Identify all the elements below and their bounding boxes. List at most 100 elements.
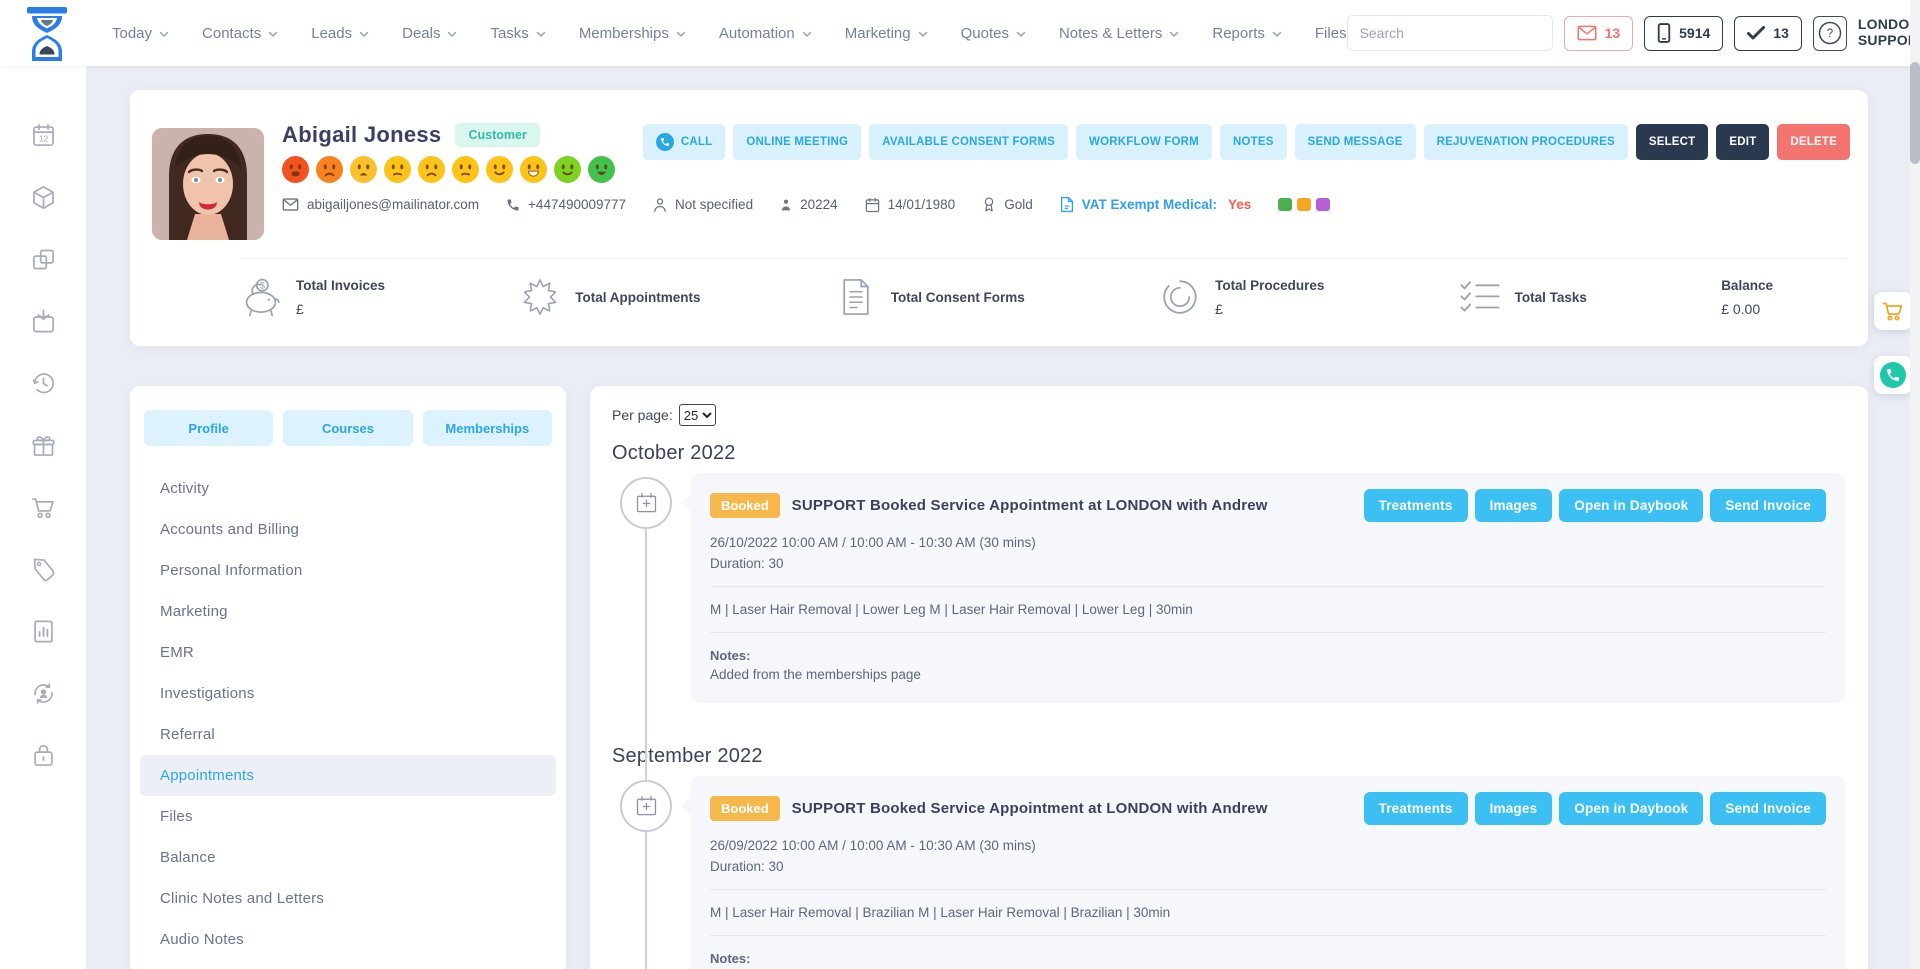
send-invoice-button[interactable]: Send Invoice bbox=[1710, 792, 1826, 825]
treatments-button[interactable]: Treatments bbox=[1364, 489, 1468, 522]
calendar-import-icon[interactable] bbox=[30, 308, 57, 335]
rejuvenation-procedures-button[interactable]: REJUVENATION PROCEDURES bbox=[1424, 124, 1628, 160]
nav-item-marketing[interactable]: Marketing bbox=[845, 25, 928, 42]
sidebar-item-marketing[interactable]: Marketing bbox=[130, 591, 566, 632]
nav-item-memberships[interactable]: Memberships bbox=[579, 25, 686, 42]
workflow-form-button[interactable]: WORKFLOW FORM bbox=[1076, 124, 1212, 160]
calendar-icon bbox=[865, 197, 880, 213]
tab-memberships[interactable]: Memberships bbox=[423, 410, 552, 446]
send-message-button[interactable]: SEND MESSAGE bbox=[1295, 124, 1416, 160]
mood-emoji-6-icon[interactable] bbox=[452, 156, 479, 183]
help-icon[interactable]: ? bbox=[1813, 16, 1847, 51]
nav-item-deals[interactable]: Deals bbox=[402, 25, 457, 42]
client-photo[interactable] bbox=[152, 128, 264, 240]
chevron-down-icon bbox=[268, 31, 278, 38]
open-in-daybook-button[interactable]: Open in Daybook bbox=[1559, 489, 1703, 522]
nav-item-notes-letters[interactable]: Notes & Letters bbox=[1059, 25, 1179, 42]
tab-courses[interactable]: Courses bbox=[283, 410, 412, 446]
nav-item-today[interactable]: Today bbox=[112, 25, 169, 42]
open-in-daybook-button[interactable]: Open in Daybook bbox=[1559, 792, 1703, 825]
delete-button[interactable]: DELETE bbox=[1777, 124, 1850, 160]
user-sync-icon[interactable] bbox=[30, 680, 57, 707]
panel-tabs: Profile Courses Memberships bbox=[144, 410, 552, 446]
appointment-row: BookedSUPPORT Booked Service Appointment… bbox=[612, 776, 1846, 969]
sidebar-item-referral[interactable]: Referral bbox=[130, 714, 566, 755]
chevron-down-icon bbox=[918, 31, 928, 38]
contact-14-01-1980: 14/01/1980 bbox=[865, 197, 956, 213]
search-input[interactable] bbox=[1348, 16, 1553, 50]
stat-total-consent-forms: Total Consent Forms bbox=[835, 276, 1025, 318]
calendar-12-icon[interactable]: 12 bbox=[30, 122, 57, 149]
nav-item-leads[interactable]: Leads bbox=[311, 25, 369, 42]
sidebar-item-emr[interactable]: EMR bbox=[130, 632, 566, 673]
tab-profile[interactable]: Profile bbox=[144, 410, 273, 446]
stat-value: £ 0.00 bbox=[1721, 301, 1773, 317]
page-scrollbar[interactable] bbox=[1910, 0, 1920, 969]
mood-emoji-3-icon[interactable] bbox=[350, 156, 377, 183]
nav-item-automation[interactable]: Automation bbox=[719, 25, 812, 42]
chevron-down-icon bbox=[359, 31, 369, 38]
notes-button[interactable]: NOTES bbox=[1220, 124, 1287, 160]
client-type-badge: Customer bbox=[455, 123, 539, 147]
sidebar-item-drinks[interactable]: Drinks bbox=[130, 960, 566, 969]
gift-icon[interactable] bbox=[30, 432, 57, 459]
images-button[interactable]: Images bbox=[1475, 792, 1553, 825]
tasks-badge[interactable]: 13 bbox=[1734, 16, 1802, 51]
select-button[interactable]: SELECT bbox=[1636, 124, 1709, 160]
mood-emoji-2-icon[interactable] bbox=[316, 156, 343, 183]
report-icon[interactable] bbox=[30, 618, 57, 645]
sidebar-item-personal-information[interactable]: Personal Information bbox=[130, 550, 566, 591]
sidebar-item-files[interactable]: Files bbox=[130, 796, 566, 837]
mood-emoji-8-icon[interactable] bbox=[520, 156, 547, 183]
label-swatch-2[interactable] bbox=[1297, 198, 1311, 211]
lock-icon[interactable] bbox=[30, 742, 57, 769]
label-swatch-3[interactable] bbox=[1316, 198, 1330, 211]
sidebar-item-accounts-and-billing[interactable]: Accounts and Billing bbox=[130, 509, 566, 550]
history-icon[interactable] bbox=[30, 370, 57, 397]
nav-item-files[interactable]: Files bbox=[1315, 25, 1347, 42]
chevron-down-icon bbox=[447, 31, 457, 38]
sidebar-item-clinic-notes-and-letters[interactable]: Clinic Notes and Letters bbox=[130, 878, 566, 919]
phone-badge[interactable]: 5914 bbox=[1644, 16, 1723, 51]
images-button[interactable]: Images bbox=[1475, 489, 1553, 522]
mood-emoji-4-icon[interactable] bbox=[384, 156, 411, 183]
mood-emoji-5-icon[interactable] bbox=[418, 156, 445, 183]
scrollbar-thumb[interactable] bbox=[1910, 62, 1920, 164]
nav-item-contacts[interactable]: Contacts bbox=[202, 25, 278, 42]
sidebar-item-investigations[interactable]: Investigations bbox=[130, 673, 566, 714]
month-heading: October 2022 bbox=[612, 442, 1846, 465]
nav-item-tasks[interactable]: Tasks bbox=[490, 25, 545, 42]
send-invoice-button[interactable]: Send Invoice bbox=[1710, 489, 1826, 522]
available-consent-forms-button[interactable]: AVAILABLE CONSENT FORMS bbox=[869, 124, 1068, 160]
mood-emoji-9-icon[interactable] bbox=[554, 156, 581, 183]
sidebar-item-balance[interactable]: Balance bbox=[130, 837, 566, 878]
mood-emoji-7-icon[interactable] bbox=[486, 156, 513, 183]
nav-item-quotes[interactable]: Quotes bbox=[961, 25, 1026, 42]
label-swatch-1[interactable] bbox=[1278, 198, 1292, 211]
price-tag-icon[interactable] bbox=[30, 556, 57, 583]
phone-icon bbox=[1878, 360, 1908, 390]
floating-call-button[interactable] bbox=[1874, 356, 1912, 394]
mail-badge[interactable]: 13 bbox=[1564, 16, 1634, 51]
sidebar-item-audio-notes[interactable]: Audio Notes bbox=[130, 919, 566, 960]
copy-icon[interactable] bbox=[30, 246, 57, 273]
edit-button[interactable]: EDIT bbox=[1716, 124, 1769, 160]
call-button[interactable]: CALL bbox=[643, 124, 725, 160]
mood-emoji-1-icon[interactable] bbox=[282, 156, 309, 183]
cart-icon[interactable] bbox=[30, 494, 57, 521]
button-label: SEND MESSAGE bbox=[1308, 136, 1403, 148]
per-page-select[interactable]: 25 bbox=[679, 404, 716, 426]
sidebar-item-activity[interactable]: Activity bbox=[130, 468, 566, 509]
sidebar-item-appointments[interactable]: Appointments bbox=[140, 755, 556, 796]
app-logo-icon[interactable] bbox=[24, 6, 70, 62]
floating-cart-button[interactable] bbox=[1874, 292, 1912, 330]
package-icon[interactable] bbox=[30, 184, 57, 211]
online-meeting-button[interactable]: ONLINE MEETING bbox=[733, 124, 861, 160]
mood-emoji-10-icon[interactable] bbox=[588, 156, 615, 183]
contact-text: Gold bbox=[1004, 197, 1033, 212]
notes-label: Notes: bbox=[710, 648, 1826, 663]
nav-item-reports[interactable]: Reports bbox=[1212, 25, 1282, 42]
treatments-button[interactable]: Treatments bbox=[1364, 792, 1468, 825]
appointments-burst-icon bbox=[519, 276, 561, 318]
notes-label: Notes: bbox=[710, 951, 1826, 966]
